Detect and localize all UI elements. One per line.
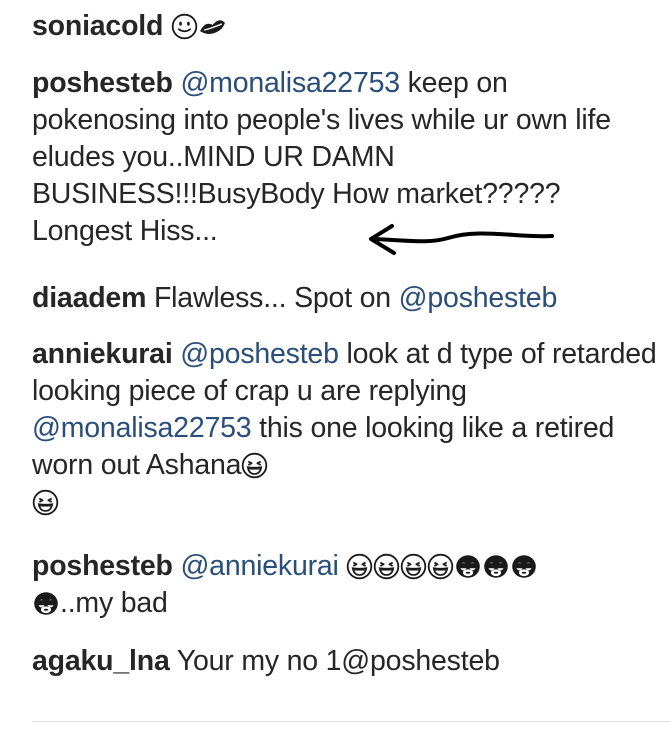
grinning-squinting-face-icon: [373, 553, 400, 580]
grinning-squinting-face-icon: [241, 452, 268, 479]
comment-text: ..my bad: [60, 587, 168, 619]
mention-link[interactable]: @monalisa22753: [180, 67, 400, 99]
username-link[interactable]: diaadem: [32, 282, 146, 314]
mention-link[interactable]: @poshesteb: [180, 338, 339, 370]
comment-item: soniacold: [32, 8, 657, 45]
grinning-squinting-face-icon: [400, 553, 427, 580]
see-no-evil-monkey-icon: [454, 553, 482, 580]
comment-item: poshesteb @monalisa22753 keep on pokenos…: [32, 65, 657, 250]
comment-text: Flawless... Spot on: [146, 282, 399, 314]
comment-item: agaku_lna Your my no 1@poshesteb: [32, 643, 657, 680]
comment-item: anniekurai @poshesteb look at d type of …: [32, 336, 657, 521]
mention-link[interactable]: @anniekurai: [180, 550, 338, 582]
divider: [32, 721, 670, 722]
comment-item: diaadem Flawless... Spot on @poshesteb: [32, 280, 657, 317]
hand-drawn-arrow-icon: [369, 224, 554, 255]
grinning-squinting-face-icon: [346, 553, 373, 580]
grinning-squinting-face-icon: [427, 553, 454, 580]
username-link[interactable]: poshesteb: [32, 67, 173, 99]
see-no-evil-monkey-icon: [482, 553, 510, 580]
username-link[interactable]: soniacold: [32, 10, 163, 42]
username-link[interactable]: anniekurai: [32, 338, 173, 370]
username-link[interactable]: poshesteb: [32, 550, 173, 582]
slightly-smiling-face-icon: [171, 13, 198, 40]
comment-text: Your my no 1@poshesteb: [169, 645, 500, 677]
username-link[interactable]: agaku_lna: [32, 645, 170, 677]
comments-list: soniacold poshesteb @monalisa22753 keep …: [0, 0, 670, 743]
grinning-squinting-face-icon: [32, 489, 59, 516]
kiss-mark-icon: [198, 14, 227, 40]
see-no-evil-monkey-icon: [32, 590, 60, 617]
mention-link[interactable]: @poshesteb: [399, 282, 558, 314]
mention-link[interactable]: @monalisa22753: [32, 412, 252, 444]
see-no-evil-monkey-icon: [510, 553, 538, 580]
comment-item: poshesteb @anniekurai ..my bad: [32, 548, 657, 622]
